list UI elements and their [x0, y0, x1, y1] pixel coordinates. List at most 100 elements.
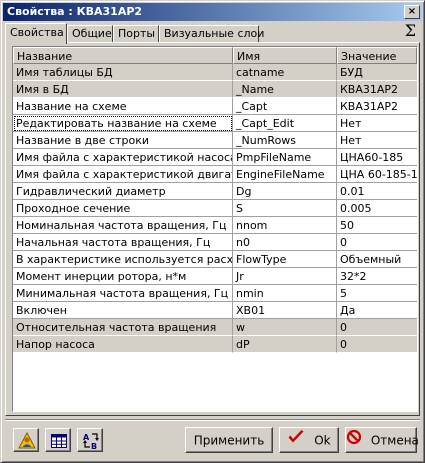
property-id-cell: dP	[233, 336, 337, 353]
property-name-cell: Относительная частота вращения	[13, 319, 233, 336]
property-name-cell: Имя таблицы БД	[13, 64, 233, 81]
property-name-cell: Напор насоса	[13, 336, 233, 353]
table-row[interactable]: В характеристике используется расход Flow…	[13, 251, 417, 268]
property-name-cell: Редактировать название на схеме	[13, 115, 233, 132]
property-value-cell[interactable]: Объемный	[337, 251, 417, 268]
tab-ports[interactable]: Порты	[113, 25, 159, 43]
property-id-cell: Dg	[233, 183, 337, 200]
property-name-cell: Проходное сечение	[13, 200, 233, 217]
check-icon	[287, 429, 305, 453]
table-row[interactable]: Гидравлический диаметр Dg 0.01	[13, 183, 417, 200]
table-row[interactable]: Имя в БД _Name КВА31АР2	[13, 81, 417, 98]
property-value-cell[interactable]: 50	[337, 217, 417, 234]
property-name-cell: Момент инерции ротора, н*м	[13, 268, 233, 285]
property-name-cell: Номинальная частота вращения, Гц	[13, 217, 233, 234]
property-id-cell: EngineFileName	[233, 166, 337, 183]
user-warning-button[interactable]	[13, 428, 39, 452]
sort-ab-icon: A B	[83, 433, 99, 450]
property-value-cell[interactable]: ЦНА 60-185-1	[337, 166, 417, 183]
user-warning-icon	[18, 432, 36, 449]
ok-button[interactable]: Ok	[279, 427, 339, 453]
properties-window: Свойства : КВА31АР2 × Свойства Общие Пор…	[0, 0, 425, 463]
property-id-cell: Jr	[233, 268, 337, 285]
property-name-cell: Гидравлический диаметр	[13, 183, 233, 200]
property-id-cell: S	[233, 200, 337, 217]
column-header-value[interactable]: Значение	[337, 47, 417, 64]
bottom-separator	[5, 419, 420, 421]
property-name-cell: Включен	[13, 302, 233, 319]
property-id-cell: XB01	[233, 302, 337, 319]
property-value-cell[interactable]: КВА31АР2	[337, 81, 417, 98]
property-id-cell: _Capt_Edit	[233, 115, 337, 132]
property-id-cell: w	[233, 319, 337, 336]
table-row[interactable]: Название на схеме _Capt КВА31АР2	[13, 98, 417, 115]
property-id-cell: PmpFileName	[233, 149, 337, 166]
property-name-cell: Минимальная частота вращения, Гц	[13, 285, 233, 302]
property-id-cell: _Name	[233, 81, 337, 98]
window-title: Свойства : КВА31АР2	[7, 5, 143, 18]
table-row[interactable]: Имя таблицы БД catname БУД	[13, 64, 417, 81]
table-row[interactable]: Напор насоса dP 0	[13, 336, 417, 353]
property-name-cell: Имя файла с характеристикой двигателя	[13, 166, 233, 183]
property-id-cell: n0	[233, 234, 337, 251]
apply-button-label: Применить	[193, 433, 265, 448]
close-button[interactable]: ×	[404, 5, 420, 19]
property-name-cell: Название в две строки	[13, 132, 233, 149]
table-row[interactable]: Название в две строки _NumRows Нет	[13, 132, 417, 149]
ok-button-label: Ok	[314, 433, 331, 448]
table-icon	[51, 434, 67, 448]
property-value-cell[interactable]: 0.01	[337, 183, 417, 200]
property-id-cell: _Capt	[233, 98, 337, 115]
property-id-cell: nmin	[233, 285, 337, 302]
table-row[interactable]: Проходное сечение S 0.005	[13, 200, 417, 217]
property-name-cell: Имя файла с характеристикой насоса	[13, 149, 233, 166]
table-row[interactable]: Имя файла с характеристикой двигателяEng…	[13, 166, 417, 183]
table-row[interactable]: Относительная частота вращения w 0	[13, 319, 417, 336]
property-id-cell: catname	[233, 64, 337, 81]
svg-text:B: B	[91, 442, 97, 450]
sigma-icon[interactable]: Σ	[405, 22, 416, 40]
property-name-cell: Название на схеме	[13, 98, 233, 115]
property-id-cell: FlowType	[233, 251, 337, 268]
svg-text:A: A	[83, 433, 90, 442]
property-value-cell[interactable]: 5	[337, 285, 417, 302]
properties-grid: Название Имя Значение Имя таблицы БД catn…	[12, 46, 418, 412]
property-value-cell[interactable]: КВА31АР2	[337, 98, 417, 115]
table-row[interactable]: Имя файла с характеристикой насоса PmpFil…	[13, 149, 417, 166]
table-view-button[interactable]	[45, 428, 71, 452]
property-value-cell[interactable]: 32*2	[337, 268, 417, 285]
property-value-cell[interactable]: 0	[337, 319, 417, 336]
cancel-button[interactable]: Отмена	[345, 427, 419, 453]
property-value-cell[interactable]: 0	[337, 234, 417, 251]
properties-panel: Название Имя Значение Имя таблицы БД catn…	[5, 42, 420, 416]
table-row[interactable]: Минимальная частота вращения, Гц nmin 5	[13, 285, 417, 302]
column-header-id[interactable]: Имя	[233, 47, 337, 64]
table-row[interactable]: Момент инерции ротора, н*м Jr 32*2	[13, 268, 417, 285]
table-row[interactable]: Редактировать название на схеме _Capt_Edi…	[13, 115, 417, 132]
table-row[interactable]: Начальная частота вращения, Гц n0 0	[13, 234, 417, 251]
title-bar[interactable]: Свойства : КВА31АР2 ×	[3, 3, 422, 21]
property-value-cell[interactable]: Нет	[337, 132, 417, 149]
property-value-cell[interactable]: 0.005	[337, 200, 417, 217]
grid-header: Название Имя Значение	[13, 47, 417, 64]
table-row[interactable]: Номинальная частота вращения, Гц nnom 50	[13, 217, 417, 234]
property-name-cell: В характеристике используется расход	[13, 251, 233, 268]
cancel-button-label: Отмена	[370, 433, 419, 448]
property-value-cell[interactable]: ЦНА60-185	[337, 149, 417, 166]
tab-general[interactable]: Общие	[67, 25, 113, 43]
tab-visual-layers[interactable]: Визуальные слои	[159, 25, 264, 43]
column-header-name[interactable]: Название	[13, 47, 233, 64]
cancel-icon	[346, 429, 362, 453]
property-name-cell: Имя в БД	[13, 81, 233, 98]
property-value-cell[interactable]: Да	[337, 302, 417, 319]
property-name-cell: Начальная частота вращения, Гц	[13, 234, 233, 251]
property-value-cell[interactable]: Нет	[337, 115, 417, 132]
sort-button[interactable]: A B	[77, 428, 103, 452]
table-row[interactable]: Включен XB01 Да	[13, 302, 417, 319]
tab-properties[interactable]: Свойства	[5, 23, 67, 44]
property-value-cell[interactable]: БУД	[337, 64, 417, 81]
property-id-cell: _NumRows	[233, 132, 337, 149]
property-id-cell: nnom	[233, 217, 337, 234]
property-value-cell[interactable]: 0	[337, 336, 417, 353]
apply-button[interactable]: Применить	[185, 427, 273, 453]
